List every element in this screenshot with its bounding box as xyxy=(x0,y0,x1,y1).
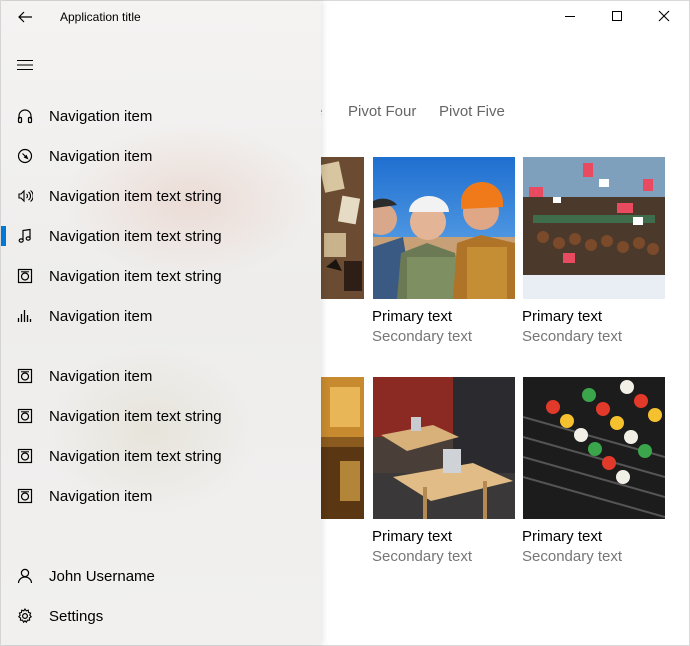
nav-item-label: Navigation item text string xyxy=(49,407,222,425)
minimize-icon xyxy=(565,16,575,17)
nav-item-4-selected[interactable]: Navigation item text string xyxy=(1,216,321,256)
close-button[interactable] xyxy=(641,0,687,32)
media-icon xyxy=(17,408,33,424)
selection-indicator xyxy=(1,226,6,246)
nav-item-label: Navigation item xyxy=(49,487,153,505)
nav-item-10[interactable]: Navigation item xyxy=(1,476,321,516)
nav-item-3[interactable]: Navigation item text string xyxy=(1,176,321,216)
tile-image-skewers[interactable] xyxy=(523,377,665,519)
compass-icon xyxy=(17,148,33,164)
nav-item-label: Navigation item xyxy=(49,147,153,165)
hamburger-icon xyxy=(17,59,33,71)
media-icon xyxy=(17,488,33,504)
back-arrow-icon xyxy=(18,11,32,23)
nav-item-9[interactable]: Navigation item text string xyxy=(1,436,321,476)
media-icon xyxy=(17,368,33,384)
gear-icon xyxy=(17,608,33,624)
secondary-text: Secondary text xyxy=(522,548,623,565)
grid-item-caption: Primary text Secondary text xyxy=(522,307,622,347)
nav-item-5[interactable]: Navigation item text string xyxy=(1,256,321,296)
nav-item-7[interactable]: Navigation item xyxy=(1,356,321,396)
nav-item-label: Navigation item text string xyxy=(49,187,222,205)
maximize-button[interactable] xyxy=(594,0,640,32)
person-icon xyxy=(17,568,33,584)
tile-image-tables[interactable] xyxy=(373,377,515,519)
primary-text: Primary text xyxy=(522,528,603,545)
tile-image-friends[interactable] xyxy=(373,157,515,299)
nav-item-2[interactable]: Navigation item xyxy=(1,136,321,176)
tile-image-rebar[interactable] xyxy=(523,157,665,299)
app-title: Application title xyxy=(60,10,141,24)
nav-item-6[interactable]: Navigation item xyxy=(1,296,321,336)
close-icon xyxy=(658,10,670,22)
nav-item-label: Navigation item xyxy=(49,307,153,325)
nav-item-label: Navigation item text string xyxy=(49,227,222,245)
pivot-tab-four[interactable]: Pivot Four xyxy=(348,103,416,120)
navigation-pane: Application title Navigation item Naviga… xyxy=(1,1,321,645)
account-name: John Username xyxy=(49,567,155,585)
nav-item-label: Navigation item xyxy=(49,367,153,385)
nav-item-label: Navigation item xyxy=(49,107,153,125)
nav-item-label: Navigation item text string xyxy=(49,447,222,465)
pivot-tab-five[interactable]: Pivot Five xyxy=(439,103,505,120)
grid-item-caption: Primary text Secondary text xyxy=(372,307,472,347)
secondary-text: Secondary text xyxy=(372,548,473,565)
grid-item-caption: Primary text Secondary text xyxy=(522,527,622,567)
headphones-icon xyxy=(17,109,33,124)
nav-item-1[interactable]: Navigation item xyxy=(1,96,321,136)
speaker-icon xyxy=(18,189,33,203)
hamburger-menu-button[interactable] xyxy=(1,45,49,85)
grid-item-caption: Primary text Secondary text xyxy=(372,527,472,567)
primary-text: Primary text xyxy=(372,528,453,545)
nav-item-settings[interactable]: Settings xyxy=(1,596,321,636)
nav-item-label: Navigation item text string xyxy=(49,267,222,285)
secondary-text: Secondary text xyxy=(522,328,623,345)
secondary-text: Secondary text xyxy=(372,328,473,345)
music-note-icon xyxy=(18,228,31,243)
minimize-button[interactable] xyxy=(547,0,593,32)
maximize-icon xyxy=(612,11,622,21)
media-icon xyxy=(17,448,33,464)
equalizer-icon xyxy=(17,310,32,322)
settings-label: Settings xyxy=(49,607,104,625)
primary-text: Primary text xyxy=(372,308,453,325)
media-icon xyxy=(17,268,33,284)
nav-item-8[interactable]: Navigation item text string xyxy=(1,396,321,436)
nav-item-account[interactable]: John Username xyxy=(1,556,321,596)
primary-text: Primary text xyxy=(522,308,603,325)
back-button[interactable] xyxy=(1,1,49,33)
